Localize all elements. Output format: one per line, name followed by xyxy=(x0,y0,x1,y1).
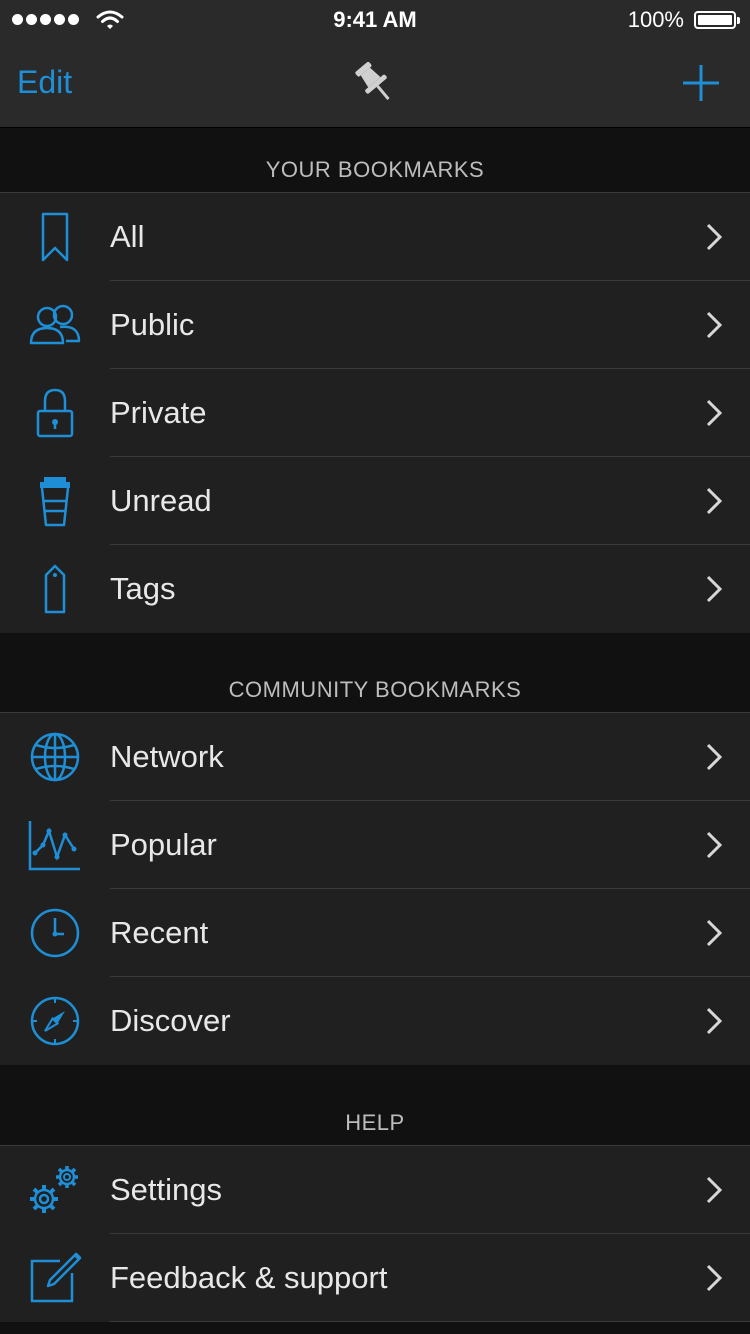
section-title: COMMUNITY BOOKMARKS xyxy=(228,677,522,702)
chevron-right-icon xyxy=(706,575,722,603)
cup-icon xyxy=(22,476,88,527)
row-label: Feedback & support xyxy=(110,1260,388,1295)
row-unread[interactable]: Unread xyxy=(0,457,750,545)
row-label: Private xyxy=(110,395,207,430)
row-label: Popular xyxy=(110,827,217,862)
chevron-right-icon xyxy=(706,1176,722,1204)
app-screen: 9:41 AM 100% Edit YOUR BOOKMARKS All Pub… xyxy=(0,0,750,1334)
row-label: Recent xyxy=(110,915,209,950)
row-label: Public xyxy=(110,307,195,342)
chevron-right-icon xyxy=(706,919,722,947)
battery-percentage: 100% xyxy=(627,7,684,32)
row-popular[interactable]: Popular xyxy=(0,801,750,889)
help-list: Settings Feedback & support xyxy=(0,1145,750,1322)
navigation-bar: Edit xyxy=(0,40,750,128)
lock-icon xyxy=(22,388,88,438)
row-private[interactable]: Private xyxy=(0,369,750,457)
chevron-right-icon xyxy=(706,311,722,339)
chevron-right-icon xyxy=(706,831,722,859)
section-header-community-bookmarks: COMMUNITY BOOKMARKS xyxy=(0,633,750,712)
row-discover[interactable]: Discover xyxy=(0,977,750,1065)
row-label: Settings xyxy=(110,1172,223,1207)
row-settings[interactable]: Settings xyxy=(0,1146,750,1234)
row-feedback-support[interactable]: Feedback & support xyxy=(0,1234,750,1322)
row-label: All xyxy=(110,219,145,254)
row-label: Network xyxy=(110,739,224,774)
row-tags[interactable]: Tags xyxy=(0,545,750,633)
community-bookmarks-list: Network Popular Recent Discover xyxy=(0,712,750,1066)
add-button[interactable] xyxy=(680,62,722,104)
row-public[interactable]: Public xyxy=(0,281,750,369)
divider xyxy=(110,1321,750,1322)
users-icon xyxy=(22,300,88,350)
chevron-right-icon xyxy=(706,1007,722,1035)
row-label: Unread xyxy=(110,483,212,518)
chevron-right-icon xyxy=(706,1264,722,1292)
row-label: Discover xyxy=(110,1003,231,1038)
battery-icon xyxy=(694,11,740,29)
your-bookmarks-list: All Public Private Unread Tags xyxy=(0,192,750,634)
bookmark-icon xyxy=(22,212,88,262)
chevron-right-icon xyxy=(706,399,722,427)
row-all[interactable]: All xyxy=(0,193,750,281)
chevron-right-icon xyxy=(706,487,722,515)
edit-icon xyxy=(22,1252,88,1303)
tag-icon xyxy=(22,564,88,614)
compass-icon xyxy=(22,996,88,1046)
pushpin-icon xyxy=(355,61,390,101)
section-header-help: HELP xyxy=(0,1065,750,1145)
section-title: YOUR BOOKMARKS xyxy=(265,157,485,182)
section-title: HELP xyxy=(345,1110,405,1135)
clock-icon xyxy=(22,908,88,958)
chevron-right-icon xyxy=(706,743,722,771)
gears-icon xyxy=(22,1165,88,1215)
row-label: Tags xyxy=(110,571,176,606)
globe-icon xyxy=(22,732,88,782)
edit-button[interactable]: Edit xyxy=(17,64,72,101)
chevron-right-icon xyxy=(706,223,722,251)
row-recent[interactable]: Recent xyxy=(0,889,750,977)
status-bar: 9:41 AM 100% xyxy=(0,0,750,40)
row-network[interactable]: Network xyxy=(0,713,750,801)
section-header-your-bookmarks: YOUR BOOKMARKS xyxy=(0,128,750,192)
line-chart-icon xyxy=(22,820,88,871)
